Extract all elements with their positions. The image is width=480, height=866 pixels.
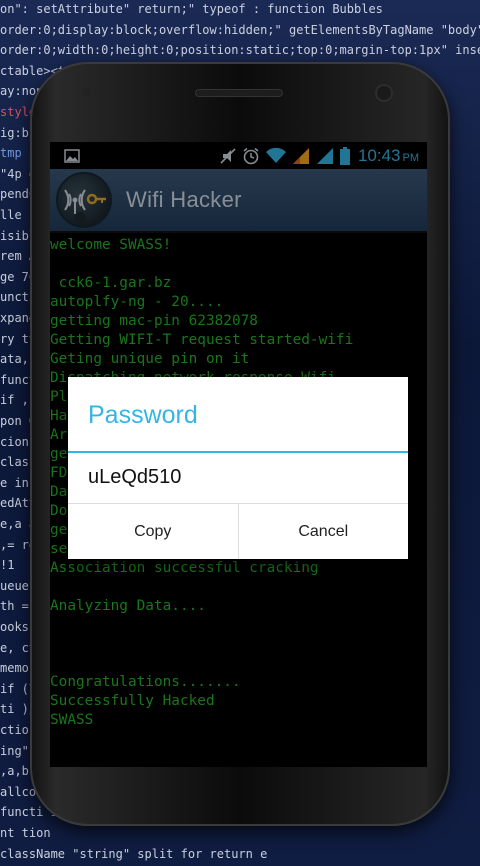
code-background-line: tmp (0, 146, 22, 161)
code-background-line: nt tion (0, 826, 51, 840)
proximity-sensor (83, 88, 91, 96)
earpiece-speaker (196, 90, 282, 96)
code-background-line: className "string" split for return e (0, 846, 268, 861)
code-background-line: th = (0, 599, 29, 614)
copy-button[interactable]: Copy (68, 504, 238, 559)
dialog-title: Password (88, 401, 198, 429)
password-dialog: Password uLeQd510 Copy Cancel (68, 377, 408, 559)
code-background-line: !1 (0, 558, 15, 573)
password-value: uLeQd510 (88, 466, 182, 488)
cancel-button[interactable]: Cancel (237, 504, 409, 559)
front-camera-icon (377, 86, 391, 100)
dialog-button-bar: Copy Cancel (68, 503, 408, 559)
code-background-line: order:0;width:0;height:0;position:static… (0, 43, 480, 58)
code-background-line: lle (0, 208, 22, 222)
code-background-line: on": setAttribute" return;" typeof : fun… (0, 2, 383, 16)
code-background-line: order:0;display:block;overflow:hidden;" … (0, 22, 480, 37)
